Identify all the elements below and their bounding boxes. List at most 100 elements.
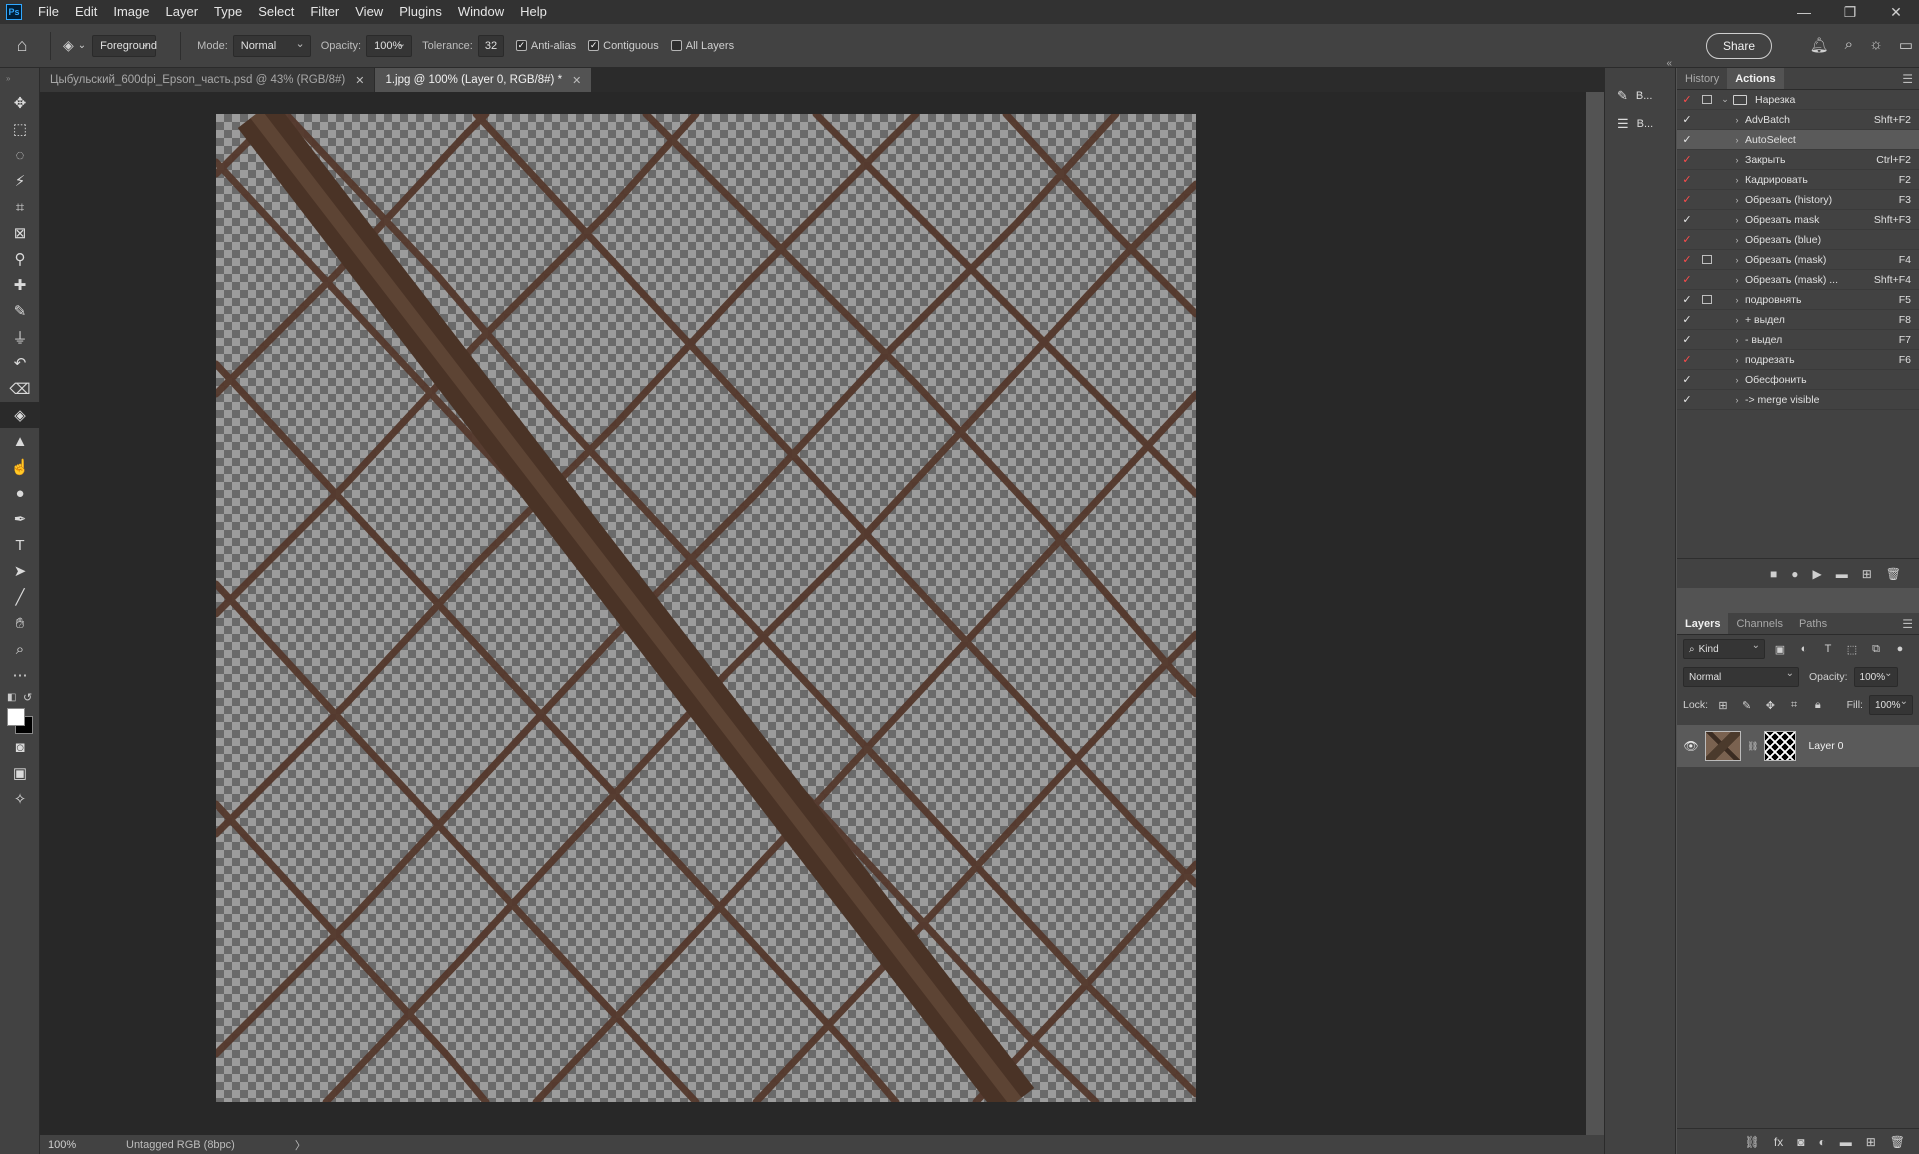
toggle-check-icon[interactable]: ✓	[1677, 153, 1697, 166]
menu-filter[interactable]: Filter	[302, 0, 347, 24]
dialog-toggle-icon[interactable]	[1697, 375, 1717, 384]
generative-icon[interactable]: ✧	[0, 786, 40, 812]
tab-history[interactable]: History	[1677, 68, 1727, 89]
mode-dropdown[interactable]: Normal	[232, 34, 311, 57]
toggle-check-icon[interactable]: ✓	[1677, 373, 1697, 386]
opacity-field[interactable]: 100%	[366, 34, 413, 57]
chevron-right-icon[interactable]: ›	[1729, 275, 1745, 285]
crop-tool-icon[interactable]: ⌗	[0, 194, 40, 220]
strip-brush-settings[interactable]: ✎ B...	[1605, 82, 1675, 110]
dialog-toggle-icon[interactable]	[1697, 95, 1717, 104]
dialog-toggle-icon[interactable]	[1697, 175, 1717, 184]
brush-tool-icon[interactable]: ✎	[0, 298, 40, 324]
toggle-check-icon[interactable]: ✓	[1677, 313, 1697, 326]
menu-type[interactable]: Type	[206, 0, 250, 24]
eye-icon[interactable]: 👁︎	[1683, 739, 1699, 753]
filter-kind-dropdown[interactable]: ⌕ Kind	[1683, 639, 1765, 659]
contiguous-checkbox[interactable]: ✓ Contiguous	[588, 40, 659, 52]
quick-mask-icon[interactable]: ◙	[0, 734, 40, 760]
dialog-toggle-icon[interactable]	[1697, 335, 1717, 344]
dodge-tool-icon[interactable]: ●	[0, 480, 40, 506]
dialog-toggle-icon[interactable]	[1697, 115, 1717, 124]
trash-icon[interactable]: 🗑︎	[1890, 1135, 1905, 1149]
menu-help[interactable]: Help	[512, 0, 555, 24]
type-filter-icon[interactable]: T	[1819, 643, 1837, 655]
toggle-check-icon[interactable]: ✓	[1677, 293, 1697, 306]
lock-transparent-icon[interactable]: ⊞	[1714, 699, 1732, 712]
action-row[interactable]: ✓ ⌄ Нарезка	[1677, 90, 1919, 110]
toggle-check-icon[interactable]: ✓	[1677, 113, 1697, 126]
tool-preset-picker[interactable]: ◈ ⌄	[57, 37, 92, 54]
chevron-right-icon[interactable]: ›	[1729, 355, 1745, 365]
chevron-right-icon[interactable]: ›	[1729, 175, 1745, 185]
fx-icon[interactable]: fx	[1774, 1135, 1783, 1149]
lock-pixels-icon[interactable]: ✎	[1738, 699, 1756, 712]
discover-icon[interactable]: ☼	[1869, 36, 1883, 54]
toggle-check-icon[interactable]: ✓	[1677, 333, 1697, 346]
close-window-button[interactable]: ✕	[1873, 0, 1919, 24]
frame-tool-icon[interactable]: ⊠	[0, 220, 40, 246]
layer-opacity-field[interactable]: 100%	[1853, 667, 1898, 687]
panel-menu-icon[interactable]: ☰	[1902, 617, 1913, 631]
toggle-check-icon[interactable]: ✓	[1677, 233, 1697, 246]
toggle-check-icon[interactable]: ✓	[1677, 353, 1697, 366]
action-row[interactable]: ✓ › AdvBatch Shft+F2	[1677, 110, 1919, 130]
smudge-tool-icon[interactable]: ☝	[0, 454, 40, 480]
foreground-color-swatch[interactable]	[7, 708, 25, 726]
dialog-toggle-icon[interactable]	[1697, 215, 1717, 224]
action-row[interactable]: ✓ › + выдел F8	[1677, 310, 1919, 330]
panel-collapse-icon[interactable]: »	[0, 68, 39, 90]
smart-object-filter-icon[interactable]: ⧉	[1867, 643, 1885, 656]
mores-tool-icon[interactable]: ⋯	[0, 662, 40, 688]
lasso-tool-icon[interactable]: ◌	[0, 142, 40, 168]
menu-image[interactable]: Image	[105, 0, 157, 24]
line-tool-icon[interactable]: ╱	[0, 584, 40, 610]
fill-field[interactable]: 100%	[1868, 695, 1913, 715]
action-row[interactable]: ✓ › подрезать F6	[1677, 350, 1919, 370]
tab-actions[interactable]: Actions	[1727, 68, 1784, 89]
action-row[interactable]: ✓ › Обрезать (mask) ... Shft+F4	[1677, 270, 1919, 290]
action-row[interactable]: ✓ › Закрыть Ctrl+F2	[1677, 150, 1919, 170]
move-tool-icon[interactable]: ✥	[0, 90, 40, 116]
layer-name[interactable]: Layer 0	[1808, 740, 1843, 752]
close-icon[interactable]: ✕	[355, 74, 364, 87]
tab-layers[interactable]: Layers	[1677, 613, 1729, 634]
menu-view[interactable]: View	[347, 0, 391, 24]
document-canvas[interactable]	[216, 114, 1196, 1102]
lock-all-icon[interactable]: 🔒︎	[1809, 699, 1827, 712]
search-icon[interactable]: ⌕	[1845, 36, 1853, 54]
toggle-check-icon[interactable]: ✓	[1677, 93, 1697, 106]
marquee-tool-icon[interactable]: ⬚	[0, 116, 40, 142]
add-mask-icon[interactable]: ◙	[1797, 1135, 1804, 1149]
chevron-right-icon[interactable]: ›	[1729, 135, 1745, 145]
chevron-right-icon[interactable]: ›	[1729, 215, 1745, 225]
pen-tool-icon[interactable]: ✒	[0, 506, 40, 532]
canvas-area[interactable]	[40, 92, 1586, 1135]
lock-position-icon[interactable]: ✥	[1762, 699, 1780, 712]
paint-bucket-tool-icon[interactable]: ◈	[0, 402, 40, 428]
chevron-right-icon[interactable]: ›	[1729, 295, 1745, 305]
chevron-right-icon[interactable]: ›	[1729, 375, 1745, 385]
tab-channels[interactable]: Channels	[1728, 613, 1790, 634]
chevron-right-icon[interactable]: ›	[1729, 335, 1745, 345]
dialog-toggle-icon[interactable]	[1697, 155, 1717, 164]
record-icon[interactable]: ●	[1791, 567, 1798, 581]
toggle-check-icon[interactable]: ✓	[1677, 213, 1697, 226]
trash-icon[interactable]: 🗑︎	[1886, 567, 1901, 581]
action-row[interactable]: ✓ › - выдел F7	[1677, 330, 1919, 350]
eraser-tool-icon[interactable]: ⌫	[0, 376, 40, 402]
action-row[interactable]: ✓ › -> merge visible	[1677, 390, 1919, 410]
action-row[interactable]: ✓ › Обрезать (history) F3	[1677, 190, 1919, 210]
panel-menu-icon[interactable]: ☰	[1902, 72, 1913, 86]
dialog-toggle-icon[interactable]	[1697, 255, 1717, 264]
menu-edit[interactable]: Edit	[67, 0, 105, 24]
restore-button[interactable]: ❐	[1827, 0, 1873, 24]
toggle-check-icon[interactable]: ✓	[1677, 193, 1697, 206]
layer-thumbnail[interactable]	[1705, 731, 1741, 761]
bell-icon[interactable]: 🔔︎	[1810, 36, 1829, 54]
fill-source-dropdown[interactable]: Foreground	[92, 34, 157, 57]
chevron-right-icon[interactable]: ›	[1729, 155, 1745, 165]
share-button[interactable]: Share	[1705, 33, 1772, 59]
shape-filter-icon[interactable]: ⬚	[1843, 643, 1861, 656]
zoom-level[interactable]: 100%	[40, 1139, 100, 1151]
